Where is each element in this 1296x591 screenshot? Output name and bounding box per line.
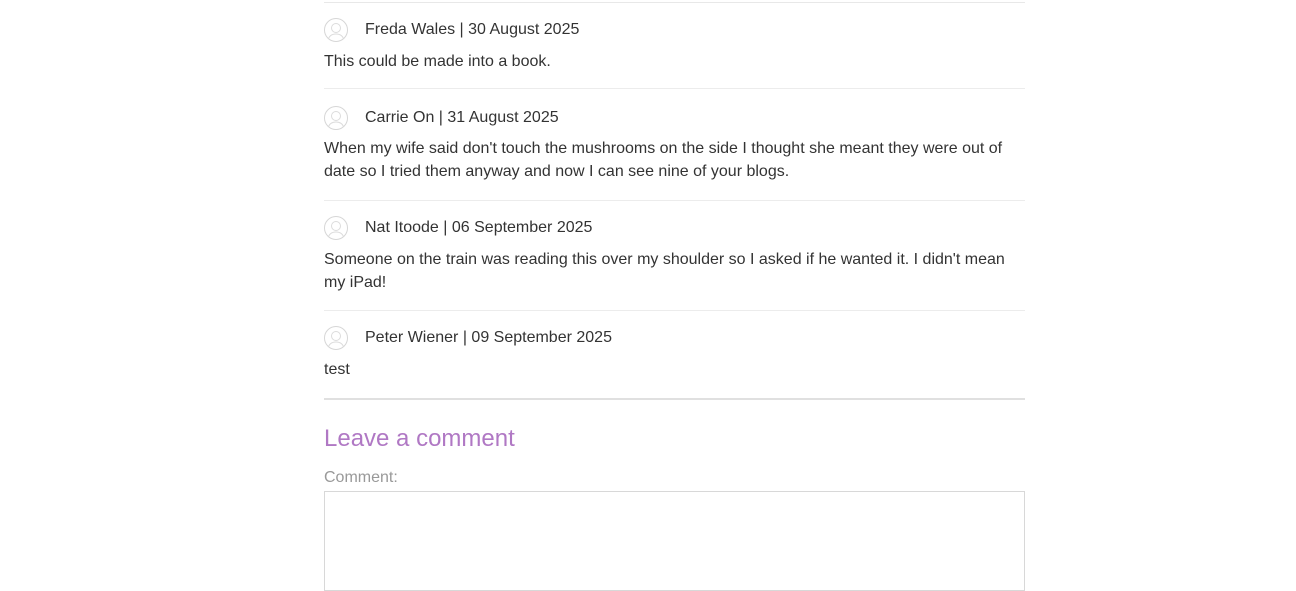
divider xyxy=(324,2,1025,3)
comment-field-label: Comment: xyxy=(324,469,398,486)
leave-comment-heading: Leave a comment xyxy=(324,425,515,452)
comment-body: Someone on the train was reading this ov… xyxy=(324,251,1005,291)
comment-body: When my wife said don't touch the mushro… xyxy=(324,140,1003,180)
comment-body: test xyxy=(324,361,350,378)
section-divider xyxy=(324,398,1025,400)
comment-author-date: Peter Wiener | 09 September 2025 xyxy=(365,329,612,346)
comment-author-date: Carrie On | 31 August 2025 xyxy=(365,109,559,126)
user-avatar-icon xyxy=(324,18,348,42)
comment-meta: Peter Wiener | 09 September 2025 xyxy=(324,325,612,351)
comment-meta: Carrie On | 31 August 2025 xyxy=(324,105,559,131)
comment-meta: Nat Itoode | 06 September 2025 xyxy=(324,215,592,241)
comment-author-date: Freda Wales | 30 August 2025 xyxy=(365,21,580,38)
comment-body: This could be made into a book. xyxy=(324,53,551,70)
user-avatar-icon xyxy=(324,326,348,350)
divider xyxy=(324,88,1025,89)
comment-meta: Freda Wales | 30 August 2025 xyxy=(324,17,579,43)
comment-textarea[interactable] xyxy=(324,491,1025,591)
divider xyxy=(324,200,1025,201)
divider xyxy=(324,310,1025,311)
user-avatar-icon xyxy=(324,106,348,130)
user-avatar-icon xyxy=(324,216,348,240)
comment-author-date: Nat Itoode | 06 September 2025 xyxy=(365,219,593,236)
